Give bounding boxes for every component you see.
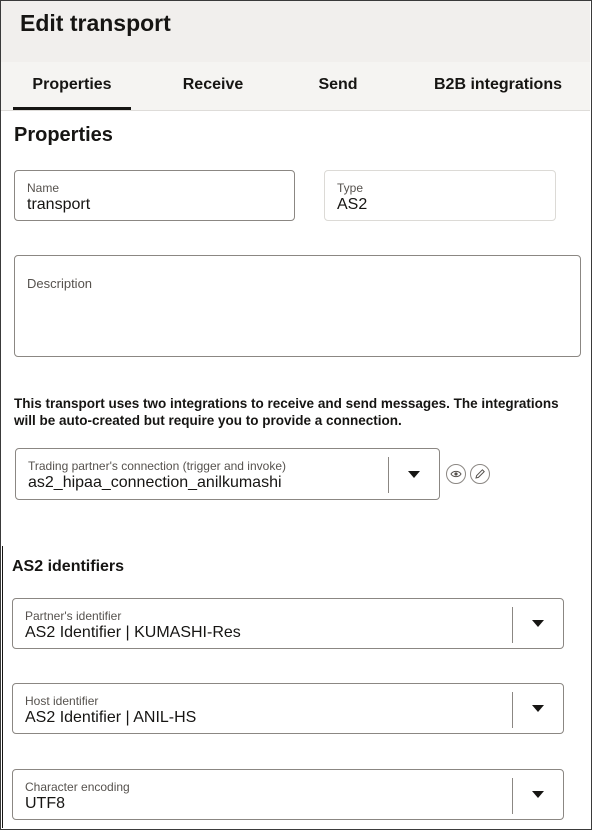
partner-identifier-value: AS2 Identifier | KUMASHI-Res bbox=[25, 624, 241, 641]
host-identifier-select[interactable]: Host identifier AS2 Identifier | ANIL-HS bbox=[12, 683, 564, 734]
description-label: Description bbox=[27, 276, 93, 291]
caret-down-icon[interactable] bbox=[532, 705, 544, 712]
select-divider bbox=[512, 692, 513, 728]
info-text: This transport uses two integrations to … bbox=[14, 396, 559, 428]
host-identifier-label: Host identifier bbox=[25, 694, 99, 708]
select-divider bbox=[512, 607, 513, 643]
type-label: Type bbox=[337, 181, 364, 195]
page-title: Edit transport bbox=[20, 10, 171, 36]
properties-section-title: Properties bbox=[14, 124, 113, 146]
caret-down-icon[interactable] bbox=[532, 791, 544, 798]
caret-down-icon[interactable] bbox=[532, 620, 544, 627]
connection-label: Trading partner's connection (trigger an… bbox=[28, 459, 286, 473]
character-encoding-value: UTF8 bbox=[25, 795, 65, 812]
description-field[interactable]: Description bbox=[14, 255, 581, 357]
as2-identifiers-title: AS2 identifiers bbox=[12, 558, 125, 575]
pencil-icon[interactable] bbox=[470, 464, 490, 484]
name-value[interactable]: transport bbox=[27, 196, 90, 214]
select-divider bbox=[512, 778, 513, 814]
character-encoding-label: Character encoding bbox=[25, 780, 130, 794]
tab-b2b-integrations[interactable]: B2B integrations bbox=[426, 62, 570, 110]
connection-select[interactable]: Trading partner's connection (trigger an… bbox=[15, 448, 440, 500]
eye-icon[interactable] bbox=[446, 464, 466, 484]
caret-down-icon[interactable] bbox=[408, 471, 420, 478]
select-divider bbox=[388, 457, 389, 493]
character-encoding-select[interactable]: Character encoding UTF8 bbox=[12, 769, 564, 820]
dialog-header: Edit transport bbox=[1, 1, 590, 62]
partner-identifier-label: Partner's identifier bbox=[25, 609, 122, 623]
partner-identifier-select[interactable]: Partner's identifier AS2 Identifier | KU… bbox=[12, 598, 564, 649]
left-border-line bbox=[2, 546, 3, 828]
name-field[interactable]: Name transport bbox=[14, 170, 295, 221]
tab-send[interactable]: Send bbox=[306, 62, 370, 110]
tab-bar: Properties Receive Send B2B integrations bbox=[1, 62, 590, 111]
type-field: Type AS2 bbox=[324, 170, 556, 221]
tab-properties[interactable]: Properties bbox=[13, 62, 131, 110]
name-label: Name bbox=[27, 181, 60, 195]
type-value: AS2 bbox=[337, 196, 368, 213]
tab-receive[interactable]: Receive bbox=[171, 62, 255, 110]
connection-value: as2_hipaa_connection_anilkumashi bbox=[28, 474, 282, 491]
host-identifier-value: AS2 Identifier | ANIL-HS bbox=[25, 709, 197, 726]
